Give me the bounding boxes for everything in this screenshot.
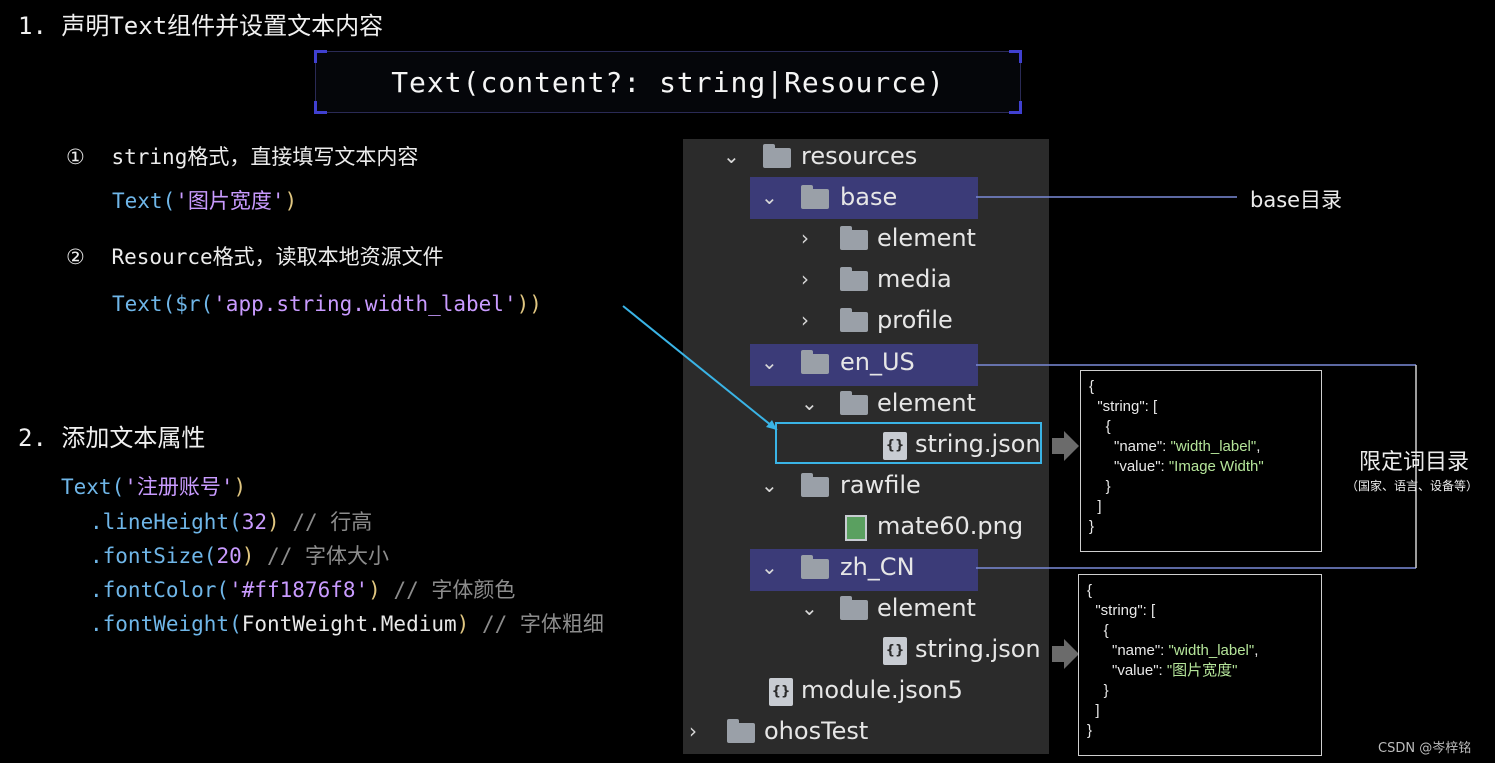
json-value: "width_label": [1168, 642, 1255, 659]
base-dir-label: base目录: [1250, 188, 1343, 212]
json-punct: ,: [1254, 642, 1259, 659]
watermark: CSDN @岑梓铭: [1378, 741, 1472, 756]
json-punct: ,: [1256, 438, 1261, 455]
json-line: ]: [1087, 702, 1100, 719]
json-line: }: [1087, 682, 1109, 699]
json-value: "Image Width": [1168, 458, 1264, 475]
pointer-arrow: [622, 305, 778, 431]
arrow-right-icon: [1052, 639, 1079, 669]
arrow-right-icon: [1052, 431, 1079, 461]
json-value: "图片宽度": [1166, 662, 1238, 679]
json-line: {: [1087, 582, 1093, 599]
json-key: "name":: [1089, 438, 1171, 455]
qualifier-note: （国家、语言、设备等）: [1346, 479, 1479, 493]
json-line: }: [1089, 478, 1111, 495]
json-line: {: [1087, 622, 1109, 639]
json-line: ]: [1089, 498, 1102, 515]
json-key: "value":: [1089, 458, 1169, 475]
json-key: "value":: [1087, 662, 1167, 679]
qualifier-dir-label: 限定词目录: [1359, 450, 1470, 475]
json-line: "string": [: [1087, 602, 1156, 619]
json-en-us: { "string": [ { "name": "width_label", "…: [1080, 370, 1322, 552]
json-value: "width_label": [1170, 438, 1257, 455]
json-line: }: [1089, 518, 1095, 535]
json-line: {: [1089, 378, 1095, 395]
json-zh-cn: { "string": [ { "name": "width_label", "…: [1078, 574, 1322, 756]
json-line: {: [1089, 418, 1111, 435]
json-line: }: [1087, 722, 1093, 739]
json-key: "name":: [1087, 642, 1169, 659]
json-line: "string": [: [1089, 398, 1158, 415]
